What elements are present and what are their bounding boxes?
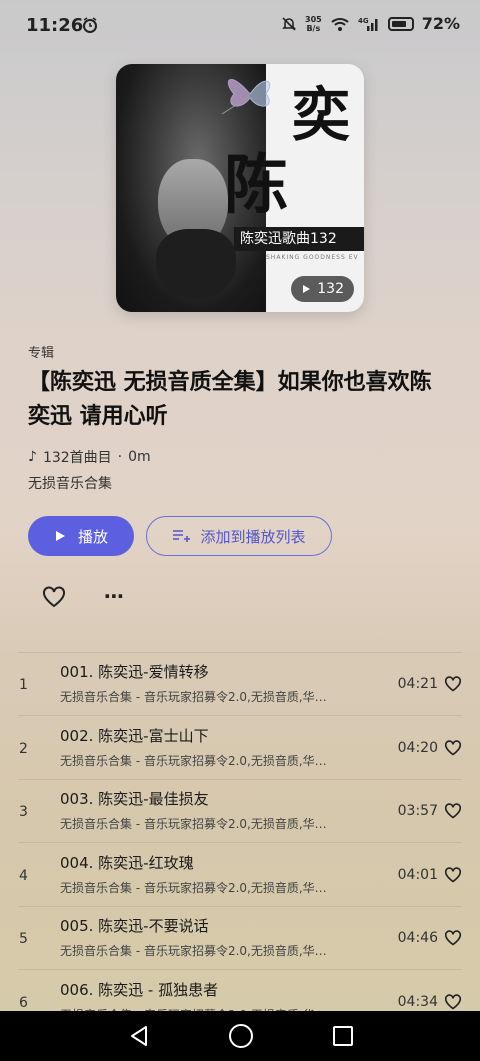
network-type: 4G bbox=[358, 17, 369, 25]
play-count: 132 bbox=[317, 281, 344, 297]
system-nav-bar bbox=[0, 1011, 480, 1061]
track-subtitle: 无损音乐合集 - 音乐玩家招募令2.0,无损音质,华… bbox=[60, 817, 327, 831]
play-button-label: 播放 bbox=[77, 527, 108, 546]
track-number: 5 bbox=[19, 931, 28, 947]
track-subtitle: 无损音乐合集 - 音乐玩家招募令2.0,无损音质,华… bbox=[60, 753, 327, 768]
status-time: 11:26 bbox=[26, 15, 84, 36]
heart-icon[interactable] bbox=[42, 586, 66, 608]
track-title: 002. 陈奕迅-富士山下 bbox=[60, 726, 209, 745]
cover-caption: 陈奕迅歌曲132 bbox=[234, 227, 364, 251]
track-duration: 04:20 bbox=[397, 739, 438, 756]
home-icon[interactable] bbox=[229, 1024, 253, 1048]
heart-icon[interactable] bbox=[444, 739, 462, 756]
battery-icon bbox=[387, 16, 414, 31]
track-subtitle: 无损音乐合集 - 音乐玩家招募令2.0,无损音质,华… bbox=[60, 944, 327, 958]
back-icon[interactable] bbox=[128, 1025, 150, 1047]
playlist-add-icon bbox=[173, 530, 191, 542]
album-artist[interactable]: 无损音乐合集 bbox=[28, 473, 112, 493]
play-count-badge: 132 bbox=[291, 276, 354, 302]
battery-percent: 72% bbox=[421, 14, 460, 33]
butterfly-icon bbox=[221, 79, 271, 115]
album-tag: 专辑 bbox=[28, 346, 55, 361]
status-icons: 305 B/s 4G 72% bbox=[281, 14, 460, 33]
track-row[interactable]: 2 002. 陈奕迅-富士山下 无损音乐合集 - 音乐玩家招募令2.0,无损音质… bbox=[0, 717, 480, 780]
net-speed-value: 305 bbox=[305, 14, 322, 24]
track-duration: 03:57 bbox=[397, 803, 438, 819]
cover-char-chen: 陈 bbox=[224, 148, 288, 223]
track-number: 2 bbox=[19, 740, 28, 757]
track-row[interactable]: 5 005. 陈奕迅-不要说话 无损音乐合集 - 音乐玩家招募令2.0,无损音质… bbox=[0, 907, 480, 970]
heart-icon[interactable] bbox=[444, 993, 462, 1010]
track-duration: 04:34 bbox=[397, 993, 438, 1010]
track-duration: 04:46 bbox=[397, 930, 438, 946]
track-count: 132首曲目 bbox=[42, 450, 112, 466]
album-meta: ♪ 132首曲目 · 0m bbox=[28, 447, 151, 467]
cover-char-yi: 奕 bbox=[292, 81, 351, 149]
net-speed-unit: B/s bbox=[306, 23, 321, 33]
more-options-icon[interactable]: ⋯ bbox=[104, 586, 124, 606]
heart-icon[interactable] bbox=[444, 803, 462, 819]
play-icon bbox=[303, 285, 311, 293]
track-title: 006. 陈奕迅 - 孤独患者 bbox=[60, 980, 219, 999]
track-title: 003. 陈奕迅-最佳损友 bbox=[60, 790, 209, 808]
play-icon bbox=[55, 531, 65, 541]
track-number: 4 bbox=[19, 867, 28, 884]
signal-icon: 4G bbox=[358, 17, 378, 31]
meta-dot: · bbox=[117, 449, 123, 465]
music-note-icon: ♪ bbox=[28, 449, 37, 465]
album-title: 【陈奕迅 无损音质全集】如果你也喜欢陈奕迅 请用心听 bbox=[28, 370, 432, 429]
track-subtitle: 无损音乐合集 - 音乐玩家招募令2.0,无损音质,华… bbox=[60, 880, 327, 895]
heart-icon[interactable] bbox=[444, 930, 462, 946]
recents-icon[interactable] bbox=[333, 1026, 353, 1046]
track-duration: 04:21 bbox=[397, 676, 438, 692]
heart-icon[interactable] bbox=[444, 676, 462, 692]
add-to-playlist-button[interactable]: 添加到播放列表 bbox=[146, 516, 332, 556]
track-number: 6 bbox=[19, 994, 28, 1011]
wifi-icon bbox=[331, 17, 349, 31]
track-number: 3 bbox=[19, 804, 28, 820]
cover-subcaption: SHAKING GOODNESS EV bbox=[266, 254, 359, 261]
track-subtitle: 无损音乐合集 - 音乐玩家招募令2.0,无损音质,华… bbox=[60, 690, 327, 704]
track-row[interactable]: 1 001. 陈奕迅-爱情转移 无损音乐合集 - 音乐玩家招募令2.0,无损音质… bbox=[0, 653, 480, 716]
artist-beard bbox=[156, 229, 236, 299]
add-to-playlist-label: 添加到播放列表 bbox=[200, 527, 306, 546]
track-row[interactable]: 4 004. 陈奕迅-红玫瑰 无损音乐合集 - 音乐玩家招募令2.0,无损音质,… bbox=[0, 844, 480, 907]
alarm-icon bbox=[83, 17, 97, 33]
track-duration: 04:01 bbox=[397, 866, 438, 883]
track-row[interactable]: 3 003. 陈奕迅-最佳损友 无损音乐合集 - 音乐玩家招募令2.0,无损音质… bbox=[0, 780, 480, 843]
track-title: 005. 陈奕迅-不要说话 bbox=[60, 917, 209, 935]
heart-icon[interactable] bbox=[444, 866, 462, 883]
track-title: 001. 陈奕迅-爱情转移 bbox=[60, 663, 209, 681]
mute-bell-icon bbox=[282, 16, 296, 31]
track-title: 004. 陈奕迅-红玫瑰 bbox=[60, 853, 194, 872]
album-cover[interactable]: 奕 陈 陈奕迅歌曲132 SHAKING GOODNESS EV 132 bbox=[116, 64, 364, 312]
net-speed: 305 B/s bbox=[305, 15, 322, 33]
play-button[interactable]: 播放 bbox=[28, 516, 134, 556]
track-number: 1 bbox=[19, 677, 28, 693]
status-bar: 11:26 305 B/s 4G 72% bbox=[0, 0, 480, 54]
album-duration: 0m bbox=[128, 449, 151, 465]
